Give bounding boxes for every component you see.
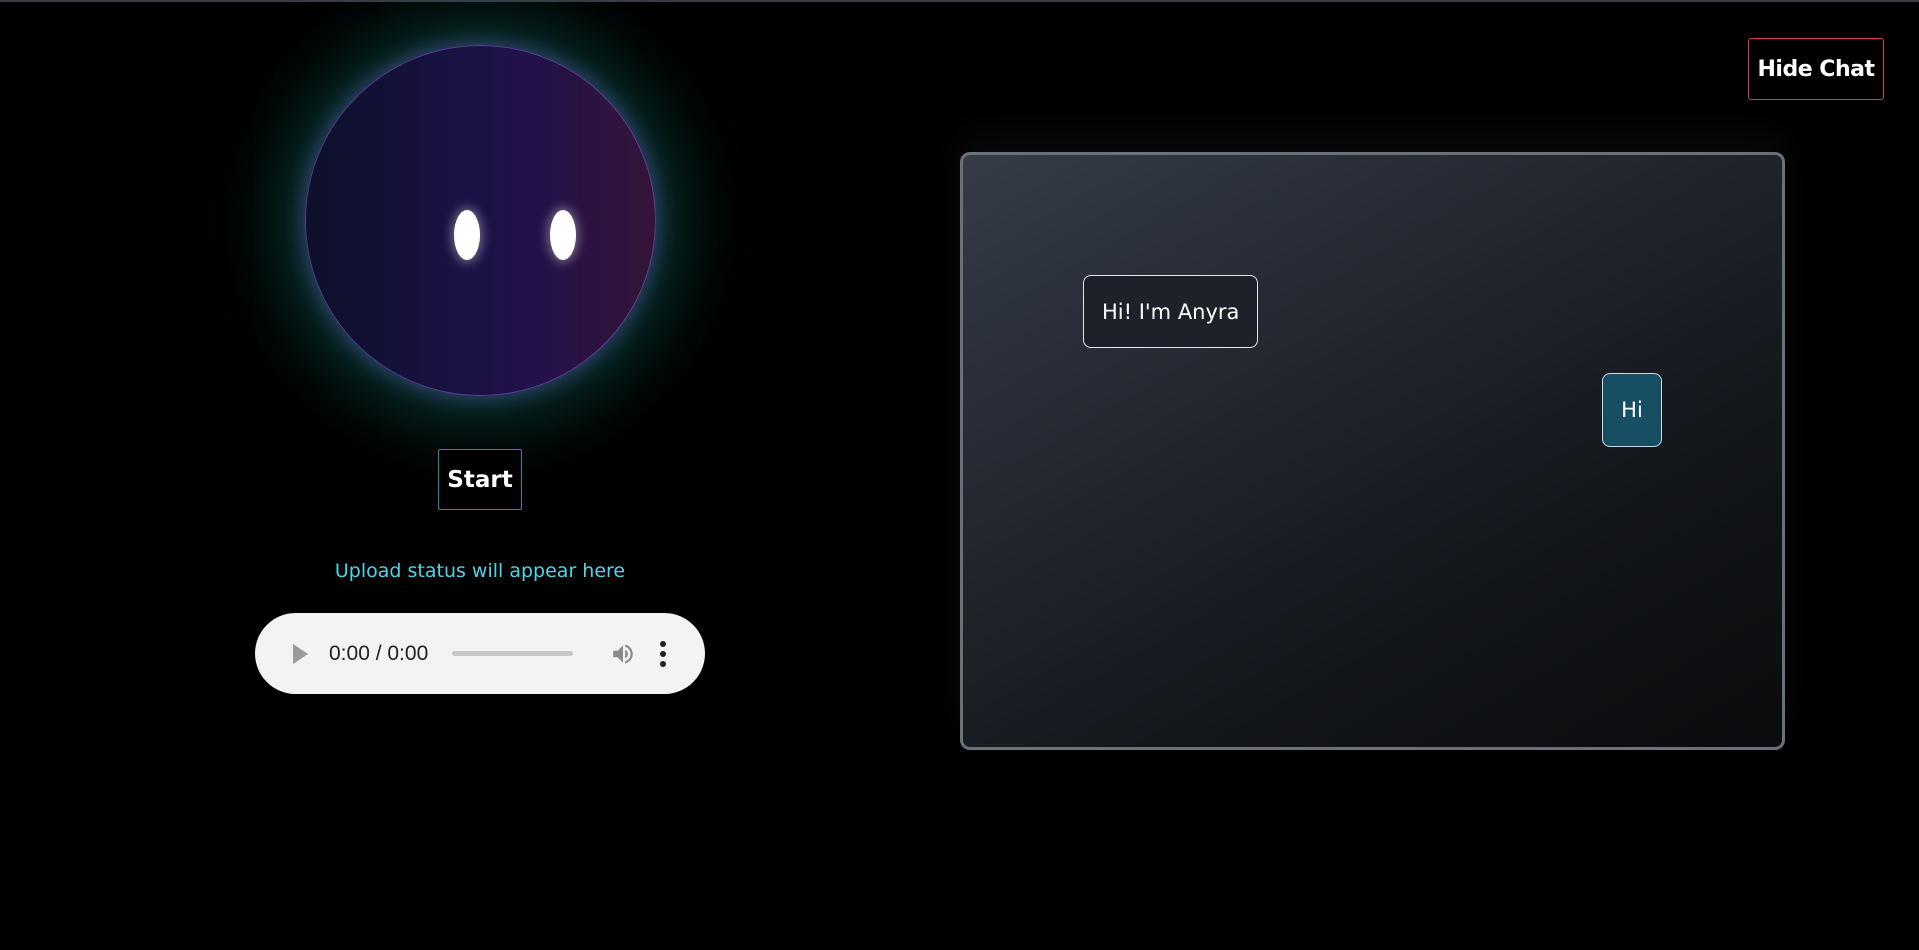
play-icon[interactable] — [293, 643, 308, 664]
top-border — [0, 0, 1919, 2]
more-vertical-icon[interactable] — [659, 640, 667, 667]
audio-time-display: 0:00 / 0:00 — [329, 641, 429, 665]
avatar-left-eye — [454, 210, 480, 260]
audio-player[interactable]: 0:00 / 0:00 — [255, 613, 705, 694]
menu-dot — [660, 660, 667, 667]
upload-status-text: Upload status will appear here — [334, 560, 626, 582]
chat-message-bot: Hi! I'm Anyra — [1083, 275, 1259, 348]
hide-chat-button[interactable]: Hide Chat — [1748, 38, 1884, 100]
start-button[interactable]: Start — [438, 449, 522, 510]
chat-panel — [960, 152, 1785, 750]
avatar-right-eye — [550, 210, 576, 260]
menu-dot — [660, 650, 667, 657]
chat-message-user: Hi — [1602, 373, 1662, 447]
volume-icon[interactable] — [609, 641, 637, 667]
menu-dot — [660, 640, 667, 647]
audio-progress-slider[interactable] — [452, 651, 574, 656]
avatar-orb — [305, 45, 656, 396]
